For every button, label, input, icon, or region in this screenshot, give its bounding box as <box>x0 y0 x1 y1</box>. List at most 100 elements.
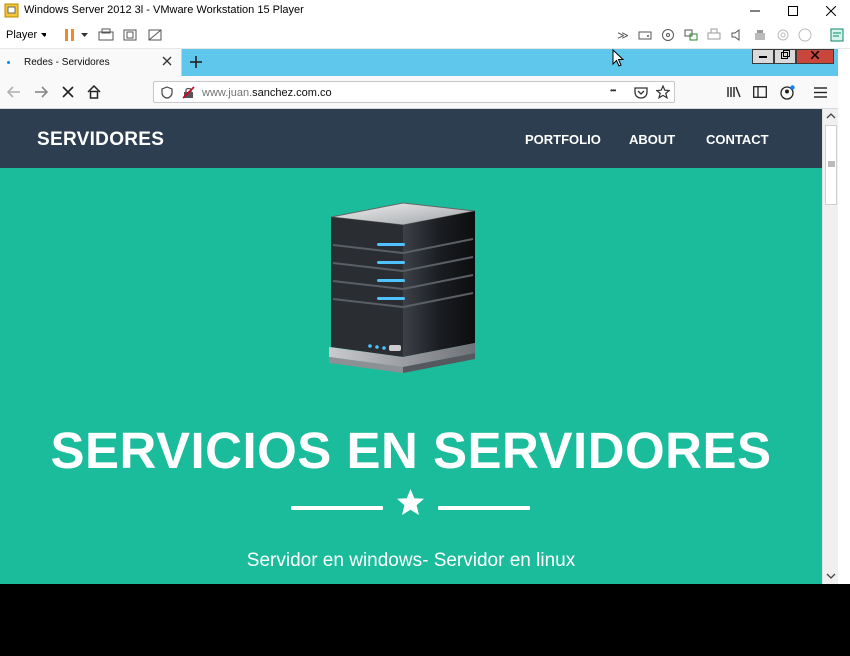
stop-icon <box>62 86 74 98</box>
divider-line-left <box>291 506 383 510</box>
library-button[interactable] <box>724 82 744 102</box>
tab-redes-servidores[interactable]: Redes - Servidores <box>0 49 182 76</box>
minimize-icon <box>750 10 760 12</box>
hard-disk-device[interactable] <box>637 27 653 43</box>
vmware-title-bar: Windows Server 2012 3l - VMware Workstat… <box>0 0 850 22</box>
vmware-app-icon <box>4 3 19 18</box>
close-window-button[interactable] <box>812 0 850 22</box>
scroll-up-arrow-icon[interactable] <box>826 112 836 120</box>
close-icon <box>810 50 820 60</box>
browser-nav-bar: www.juan.sanchez.com.co ••• <box>0 76 838 109</box>
pocket-icon[interactable] <box>634 86 648 99</box>
hamburger-menu-icon <box>813 86 827 98</box>
library-icon <box>727 86 741 98</box>
nav-link-about[interactable]: ABOUT <box>629 132 675 147</box>
usb-drive-icon <box>755 30 765 40</box>
bluetooth-icon <box>798 28 812 42</box>
network-icon <box>684 29 698 41</box>
minimize-button[interactable] <box>736 0 774 22</box>
nav-link-contact[interactable]: CONTACT <box>706 132 769 147</box>
send-ctrl-alt-del-button[interactable] <box>97 27 115 43</box>
window-title: Windows Server 2012 3l - VMware Workstat… <box>24 4 304 16</box>
arrow-left-icon <box>7 86 20 98</box>
mouse-cursor-icon <box>612 49 624 67</box>
server-image <box>329 202 476 373</box>
guest-minimize-button[interactable] <box>752 49 774 64</box>
message-log-icon <box>830 28 844 42</box>
unity-button[interactable] <box>146 27 164 43</box>
message-log-button[interactable] <box>829 27 845 43</box>
restore-icon <box>780 50 790 59</box>
pause-icon <box>65 29 74 41</box>
sidebar-icon <box>753 86 767 98</box>
page-scrollbar[interactable] <box>822 109 838 584</box>
url-text[interactable]: www.juan.sanchez.com.co <box>202 87 332 99</box>
speaker-icon <box>731 29 740 41</box>
arrow-right-icon <box>35 86 48 98</box>
divider-line-right <box>438 506 530 510</box>
printer-icon <box>707 28 721 40</box>
new-tab-button[interactable] <box>186 52 206 72</box>
cd-icon <box>662 29 674 41</box>
url-bar[interactable]: www.juan.sanchez.com.co ••• <box>153 81 675 103</box>
maximize-button[interactable] <box>774 0 812 22</box>
shield-icon <box>161 86 173 99</box>
close-icon <box>162 56 172 66</box>
bookmark-star-icon[interactable] <box>656 85 670 99</box>
nav-link-portfolio[interactable]: PORTFOLIO <box>525 132 601 147</box>
more-devices-button[interactable]: ≫ <box>616 27 630 43</box>
keyboard-icon <box>98 28 114 41</box>
chevron-down-icon <box>81 33 88 37</box>
fullscreen-button[interactable] <box>121 27 139 43</box>
pause-button[interactable] <box>63 27 77 43</box>
site-brand-link[interactable]: SERVIDORES <box>37 129 164 151</box>
player-menu-button[interactable]: Player <box>6 27 46 43</box>
guest-restore-button[interactable] <box>774 49 796 64</box>
web-page: SERVIDORES PORTFOLIO ABOUT CONTACT SERVI… <box>0 109 822 584</box>
maximize-icon <box>788 6 798 16</box>
home-button[interactable] <box>84 82 104 102</box>
sound-device[interactable] <box>729 27 745 43</box>
hero-section: SERVICIOS EN SERVIDORES Servidor en wind… <box>0 168 822 584</box>
hard-disk-icon <box>638 31 652 40</box>
insecure-lock-icon <box>182 86 195 99</box>
vm-right-border <box>838 49 850 584</box>
scrollbar-thumb[interactable] <box>825 125 837 205</box>
fullscreen-icon <box>123 29 137 41</box>
bluetooth-device[interactable] <box>797 27 813 43</box>
stop-loading-button[interactable] <box>58 82 78 102</box>
hero-title: SERVICIOS EN SERVIDORES <box>50 422 772 479</box>
scroll-down-arrow-icon[interactable] <box>826 572 836 580</box>
power-options-dropdown[interactable] <box>80 27 90 43</box>
hero-subtitle: Servidor en windows- Servidor en linux <box>246 550 576 571</box>
loading-dot-icon <box>7 61 10 64</box>
cd-dvd-device[interactable] <box>660 27 676 43</box>
printer-device[interactable] <box>706 27 722 43</box>
tab-title: Redes - Servidores <box>24 57 110 68</box>
usb-device[interactable] <box>752 27 768 43</box>
site-navbar: SERVIDORES PORTFOLIO ABOUT CONTACT <box>0 109 822 168</box>
page-actions-button[interactable]: ••• <box>610 86 616 95</box>
close-tab-button[interactable] <box>160 54 174 68</box>
double-chevron-icon: ≫ <box>617 29 629 42</box>
webcam-icon <box>777 29 789 41</box>
guest-display[interactable]: Redes - Servidores www.juan.sanchez.com.… <box>0 49 838 584</box>
back-button[interactable] <box>4 82 24 102</box>
minimize-icon <box>759 56 767 58</box>
plus-icon <box>190 56 202 68</box>
forward-button[interactable] <box>31 82 51 102</box>
browser-tab-strip: Redes - Servidores <box>0 49 838 76</box>
camera-device[interactable] <box>775 27 791 43</box>
guest-close-button[interactable] <box>796 49 834 64</box>
unity-icon <box>148 29 162 41</box>
app-menu-button[interactable] <box>810 82 830 102</box>
sidebar-button[interactable] <box>750 82 770 102</box>
close-icon <box>826 6 836 16</box>
chevron-down-icon <box>41 33 46 37</box>
vmware-toolbar: Player ≫ <box>0 22 850 49</box>
account-button[interactable] <box>777 82 797 102</box>
url-prefix: www.juan. <box>202 87 253 99</box>
url-domain: sanchez.com.co <box>252 87 332 99</box>
network-adapter-device[interactable] <box>683 27 699 43</box>
star-icon <box>397 489 424 515</box>
